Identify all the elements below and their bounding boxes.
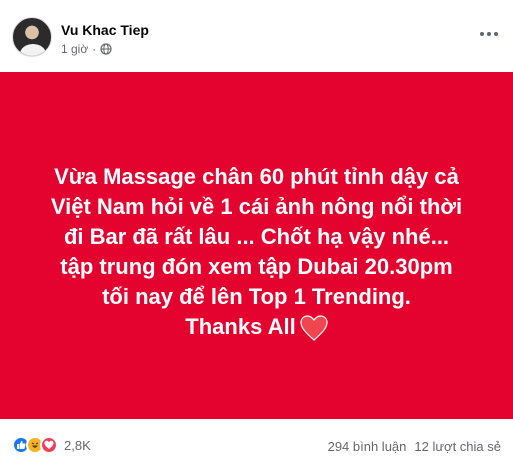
post-header: Vu Khac Tiep 1 giờ · <box>0 0 513 72</box>
globe-icon[interactable] <box>100 43 112 55</box>
post-text-line: tối nay để lên Top 1 Trending. <box>102 283 411 309</box>
meta-separator: · <box>92 42 97 56</box>
more-options-icon[interactable] <box>473 18 505 50</box>
reactions-summary[interactable]: 2,8K <box>12 436 91 454</box>
post-text-line-last: Thanks All <box>12 312 502 342</box>
post-time[interactable]: 1 giờ <box>61 42 88 56</box>
comment-count[interactable]: 294 bình luận <box>328 439 407 454</box>
avatar-figure <box>20 44 46 56</box>
love-icon[interactable] <box>40 436 58 454</box>
post-text-line: đi Bar đã rất lâu ... Chốt hạ vậy nhé... <box>63 223 450 249</box>
share-count[interactable]: 12 lượt chia sẻ <box>414 439 501 454</box>
post-meta: 1 giờ · <box>61 42 112 56</box>
post-text: Vừa Massage chân 60 phút tỉnh dậy cả Việ… <box>12 162 502 342</box>
post-text-line: Việt Nam hỏi về 1 cái ảnh nông nổi thời <box>50 193 463 219</box>
reaction-count[interactable]: 2,8K <box>64 438 91 453</box>
thanks-text: Thanks All <box>185 313 296 339</box>
post-text-line: tập trung đón xem tập Dubai 20.30pm <box>60 253 453 279</box>
avatar[interactable] <box>12 17 52 57</box>
engagement-stats: 294 bình luận 12 lượt chia sẻ <box>328 439 501 454</box>
post-footer: 2,8K 294 bình luận 12 lượt chia sẻ <box>0 419 513 471</box>
author-name[interactable]: Vu Khac Tiep <box>61 22 149 38</box>
post-content: Vừa Massage chân 60 phút tỉnh dậy cả Việ… <box>0 72 513 419</box>
facebook-post: Vu Khac Tiep 1 giờ · Vừa Massage chân 60… <box>0 0 513 471</box>
heart-icon <box>300 315 328 341</box>
post-text-line: Vừa Massage chân 60 phút tỉnh dậy cả <box>54 163 459 189</box>
